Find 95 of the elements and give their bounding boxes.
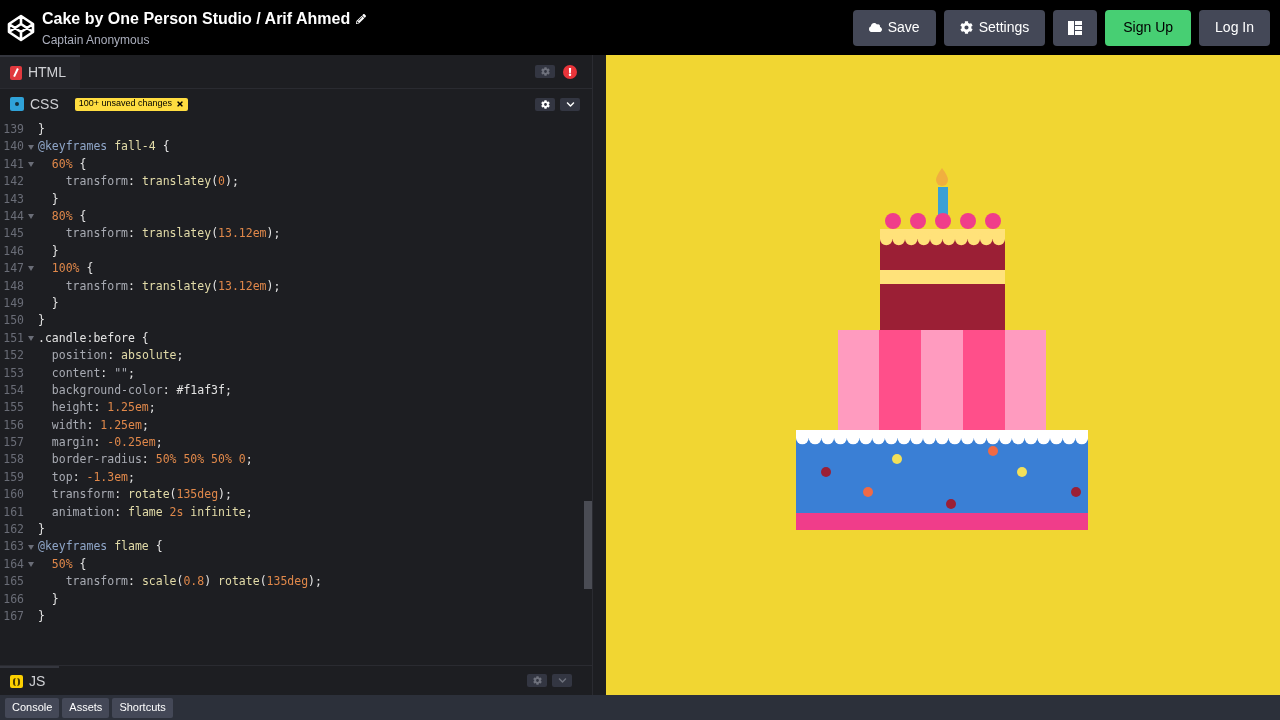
line-number: 147 xyxy=(2,260,24,278)
cube-logo-icon[interactable] xyxy=(6,12,36,43)
fold-arrow-icon[interactable] xyxy=(28,161,34,167)
settings-icon xyxy=(532,676,542,685)
code-line: } xyxy=(38,608,45,625)
code-line: @keyframes flame { xyxy=(38,538,163,556)
line-number: 166 xyxy=(2,590,24,608)
line-number: 148 xyxy=(2,277,24,295)
close-icon[interactable] xyxy=(176,100,185,108)
code-line: transform: translatey(0); xyxy=(64,173,239,191)
line-number: 150 xyxy=(2,312,24,330)
line-number: 158 xyxy=(2,451,24,469)
line-number: 164 xyxy=(2,555,24,573)
code-line: width: 1.25em; xyxy=(50,416,149,434)
code-line: } xyxy=(38,121,45,139)
line-number: 159 xyxy=(2,468,24,486)
fold-arrow-icon[interactable] xyxy=(28,266,34,272)
code-line: animation: flame 2s infinite; xyxy=(50,503,253,521)
pen-title: Cake by One Person Studio / Arif Ahmed xyxy=(42,8,351,29)
layout-icon xyxy=(1068,20,1083,35)
line-number: 145 xyxy=(2,225,24,243)
line-number: 152 xyxy=(2,347,24,365)
chevron-down-icon xyxy=(565,99,575,109)
bottom-tab[interactable]: Assets xyxy=(62,697,110,718)
cloud-icon xyxy=(868,21,882,34)
line-number: 165 xyxy=(2,573,24,591)
code-line: transform: translatey(13.12em); xyxy=(64,225,281,243)
line-number: 146 xyxy=(2,242,24,260)
sign-up-button[interactable]: Sign Up xyxy=(1105,9,1192,46)
chevron-down-icon xyxy=(557,676,567,685)
code-line: } xyxy=(38,312,45,330)
code-line: content: ""; xyxy=(50,364,135,382)
editor-tab[interactable]: HTML xyxy=(0,55,80,88)
code-line: } xyxy=(50,294,59,312)
code-line: } xyxy=(38,521,45,539)
line-number: 153 xyxy=(2,364,24,382)
bottom-tab[interactable]: Console xyxy=(5,697,60,718)
error-icon xyxy=(563,64,577,79)
code-line: .candle:before { xyxy=(38,329,149,347)
layout-button[interactable] xyxy=(1053,9,1098,46)
fold-arrow-icon[interactable] xyxy=(28,544,34,550)
code-line: 100% { xyxy=(50,260,94,278)
line-number: 154 xyxy=(2,381,24,399)
code-line: background-color: #f1af3f; xyxy=(50,381,232,399)
settings-icon xyxy=(959,21,973,34)
log-in-button[interactable]: Log In xyxy=(1199,9,1270,46)
save-button[interactable]: Save xyxy=(852,9,936,46)
scrollbar-thumb[interactable] xyxy=(584,501,592,589)
code-line: border-radius: 50% 50% 50% 0; xyxy=(50,451,253,469)
line-number: 142 xyxy=(2,173,24,191)
code-line: } xyxy=(50,590,59,608)
line-number: 151 xyxy=(2,329,24,347)
settings-button[interactable]: Settings xyxy=(943,9,1046,46)
code-line: @keyframes fall-4 { xyxy=(38,138,170,156)
code-line: 50% { xyxy=(50,555,87,573)
code-line: transform: translatey(13.12em); xyxy=(64,277,281,295)
collapse-button[interactable] xyxy=(560,97,580,111)
line-number: 144 xyxy=(2,208,24,225)
expand-button[interactable] xyxy=(552,674,572,687)
line-number: 163 xyxy=(2,538,24,556)
settings-icon xyxy=(540,99,550,109)
unsaved-changes-badge[interactable]: 100+ unsaved changes xyxy=(74,97,189,111)
fold-arrow-icon[interactable] xyxy=(28,214,34,220)
pencil-icon[interactable] xyxy=(356,13,367,24)
line-number: 162 xyxy=(2,521,24,539)
line-number: 141 xyxy=(2,155,24,173)
settings-button[interactable] xyxy=(535,97,555,111)
code-line: 80% { xyxy=(50,208,87,225)
bottom-tab[interactable]: Shortcuts xyxy=(112,697,173,718)
fold-arrow-icon[interactable] xyxy=(28,335,34,341)
code-line: } xyxy=(50,242,59,260)
code-line: transform: scale(0.8) rotate(135deg); xyxy=(64,573,322,591)
code-line: margin: -0.25em; xyxy=(50,434,163,452)
line-number: 161 xyxy=(2,503,24,521)
fold-arrow-icon[interactable] xyxy=(28,561,34,567)
code-line: top: -1.3em; xyxy=(50,468,135,486)
line-number: 156 xyxy=(2,416,24,434)
fold-arrow-icon[interactable] xyxy=(28,144,34,150)
line-number: 143 xyxy=(2,190,24,208)
braces-icon xyxy=(10,675,23,688)
author-name[interactable]: Captain Anonymous xyxy=(42,30,367,49)
line-number: 157 xyxy=(2,434,24,452)
line-number: 140 xyxy=(2,138,24,156)
code-line: transform: rotate(135deg); xyxy=(50,486,232,504)
code-line: height: 1.25em; xyxy=(50,399,156,417)
code-line: position: absolute; xyxy=(50,347,184,365)
code-line: 60% { xyxy=(50,155,87,173)
slash-icon xyxy=(10,65,22,80)
line-number: 155 xyxy=(2,399,24,417)
line-number: 160 xyxy=(2,486,24,504)
settings-icon xyxy=(540,67,550,76)
line-number: 167 xyxy=(2,608,24,625)
line-number: 139 xyxy=(2,121,24,139)
code-line: } xyxy=(50,190,59,208)
line-number: 149 xyxy=(2,294,24,312)
